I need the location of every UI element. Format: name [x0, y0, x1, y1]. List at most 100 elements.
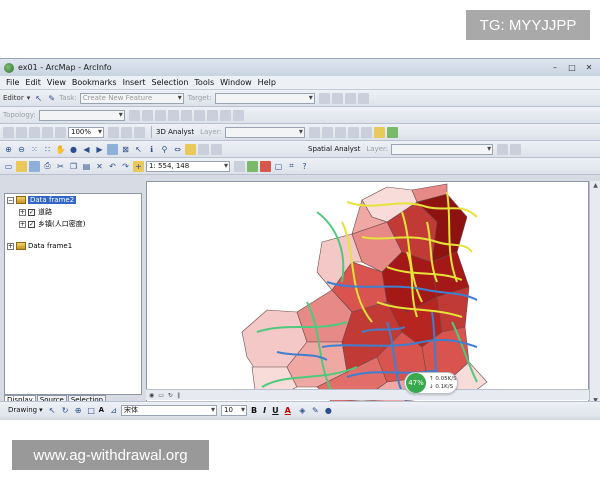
- whats-this-help-icon[interactable]: ?: [299, 161, 310, 172]
- new-document-icon[interactable]: ▭: [3, 161, 14, 172]
- maximize-icon[interactable]: □: [565, 62, 579, 73]
- data-view-icon[interactable]: ◉: [149, 392, 154, 399]
- menu-selection[interactable]: Selection: [152, 78, 189, 87]
- zoom-whole-icon[interactable]: ⊕: [73, 405, 84, 416]
- select-elements-icon[interactable]: ↖: [133, 144, 144, 155]
- layer-name[interactable]: 乡镇(人口密度): [38, 219, 85, 229]
- model-builder-icon[interactable]: ⌗: [286, 161, 297, 172]
- clear-selection-icon[interactable]: ⊠: [120, 144, 131, 155]
- redo-icon[interactable]: ↷: [120, 161, 131, 172]
- histogram-icon[interactable]: [497, 143, 509, 155]
- spatial-layer-select[interactable]: [391, 143, 494, 155]
- map-vertical-scrollbar[interactable]: ▲ ▼: [589, 181, 600, 407]
- italic-button[interactable]: I: [263, 406, 266, 415]
- line-color-icon[interactable]: ✎: [310, 405, 321, 416]
- paste-icon[interactable]: ▤: [81, 161, 92, 172]
- map-scale-select[interactable]: 1: 554, 148: [146, 160, 230, 172]
- menu-file[interactable]: File: [6, 78, 19, 87]
- menu-window[interactable]: Window: [220, 78, 252, 87]
- arcglobe-icon[interactable]: [386, 126, 398, 138]
- expand-icon[interactable]: +: [7, 242, 14, 250]
- identify-icon[interactable]: ℹ: [146, 144, 157, 155]
- underline-button[interactable]: U: [272, 406, 279, 415]
- map-canvas[interactable]: [147, 182, 589, 407]
- menu-view[interactable]: View: [47, 78, 66, 87]
- toc-layer-row[interactable]: + ✓ 道路: [5, 206, 141, 218]
- pause-drawing-icon[interactable]: ∥: [177, 392, 180, 399]
- toc-frame-row[interactable]: − Data frame2: [5, 194, 141, 206]
- font-name-select[interactable]: 宋体: [121, 404, 218, 416]
- menu-bookmarks[interactable]: Bookmarks: [72, 78, 117, 87]
- copy-icon[interactable]: ❐: [68, 161, 79, 172]
- time-slider-icon[interactable]: [198, 143, 209, 155]
- layout-zoom-in-icon[interactable]: [3, 126, 14, 138]
- hyperlink-icon[interactable]: [185, 143, 196, 155]
- topology-edit-icon[interactable]: [128, 109, 140, 121]
- 3d-layer-select[interactable]: [224, 126, 305, 138]
- layer-visibility-checkbox[interactable]: ✓: [28, 220, 35, 228]
- pan-hand-icon[interactable]: ✋: [55, 144, 66, 155]
- toc-frame-name-active[interactable]: Data frame2: [28, 196, 77, 204]
- select-elements-icon[interactable]: ↖: [47, 405, 58, 416]
- map-topology-icon[interactable]: [141, 109, 153, 121]
- full-extent-globe-icon[interactable]: ●: [68, 144, 79, 155]
- collapse-icon[interactable]: −: [7, 196, 14, 204]
- arctoolbox-icon[interactable]: [247, 160, 258, 172]
- map-display[interactable]: [146, 181, 589, 407]
- expand-icon[interactable]: +: [19, 208, 26, 216]
- zoom-out-icon[interactable]: ⊖: [16, 144, 27, 155]
- edit-vertices-icon[interactable]: ⊿: [108, 405, 119, 416]
- zoom-percent-select[interactable]: 100%: [68, 126, 104, 138]
- steepest-path-icon[interactable]: [321, 126, 333, 138]
- find-binoculars-icon[interactable]: ⚲: [159, 144, 170, 155]
- arcscene-icon[interactable]: [373, 126, 385, 138]
- add-data-icon[interactable]: +: [133, 160, 144, 172]
- open-folder-icon[interactable]: [16, 160, 27, 172]
- drawing-menu-button[interactable]: Drawing: [8, 406, 37, 414]
- spatial-analyst-menu[interactable]: Spatial Analyst: [308, 145, 360, 153]
- editor-toolbar-toggle-icon[interactable]: [234, 160, 245, 172]
- scroll-up-icon[interactable]: ▲: [591, 182, 600, 191]
- layout-view-icon[interactable]: ▭: [158, 392, 164, 399]
- select-features-icon[interactable]: [107, 143, 118, 155]
- minimize-icon[interactable]: –: [548, 62, 562, 73]
- profile-graph-icon[interactable]: [360, 126, 372, 138]
- fill-color-icon[interactable]: ◈: [297, 405, 308, 416]
- fix-error-icon[interactable]: [193, 109, 205, 121]
- sketch-pencil-icon[interactable]: ✎: [46, 93, 57, 104]
- rotate-element-icon[interactable]: ↻: [60, 405, 71, 416]
- planarize-icon[interactable]: [232, 109, 244, 121]
- menu-help[interactable]: Help: [258, 78, 276, 87]
- rotate-tool-icon[interactable]: [331, 92, 343, 104]
- measure-icon[interactable]: ⇔: [172, 144, 183, 155]
- close-icon[interactable]: ✕: [582, 62, 596, 73]
- toc-frame-row[interactable]: + Data frame1: [5, 240, 141, 252]
- command-line-icon[interactable]: ▢: [273, 161, 284, 172]
- construct-features-icon[interactable]: [219, 109, 231, 121]
- new-text-tool[interactable]: A: [99, 406, 104, 414]
- edit-pointer-icon[interactable]: ↖: [33, 93, 44, 104]
- save-icon[interactable]: [29, 160, 40, 172]
- arccatalog-icon[interactable]: [260, 160, 271, 172]
- task-select[interactable]: Create New Feature: [79, 92, 184, 104]
- toc-frame-name[interactable]: Data frame1: [28, 242, 72, 250]
- split-tool-icon[interactable]: [318, 92, 330, 104]
- menu-tools[interactable]: Tools: [194, 78, 214, 87]
- target-select[interactable]: [214, 92, 315, 104]
- change-layout-icon[interactable]: [134, 126, 145, 138]
- zoom-in-icon[interactable]: ⊕: [3, 144, 14, 155]
- drawing-dropdown-icon[interactable]: ▾: [39, 406, 43, 414]
- toc-layer-row[interactable]: + ✓ 乡镇(人口密度): [5, 218, 141, 230]
- menu-edit[interactable]: Edit: [25, 78, 41, 87]
- back-extent-icon[interactable]: ◀: [81, 144, 92, 155]
- undo-icon[interactable]: ↶: [107, 161, 118, 172]
- print-icon[interactable]: ⎙: [42, 161, 53, 172]
- fixed-zoom-in-icon[interactable]: ⁙: [29, 144, 40, 155]
- cut-icon[interactable]: ✂: [55, 161, 66, 172]
- validate-extent-icon[interactable]: [180, 109, 192, 121]
- interpolate-point-icon[interactable]: [347, 126, 359, 138]
- expand-icon[interactable]: +: [19, 220, 26, 228]
- contour-icon[interactable]: [308, 126, 320, 138]
- menu-insert[interactable]: Insert: [123, 78, 146, 87]
- rectangle-icon[interactable]: □: [86, 405, 97, 416]
